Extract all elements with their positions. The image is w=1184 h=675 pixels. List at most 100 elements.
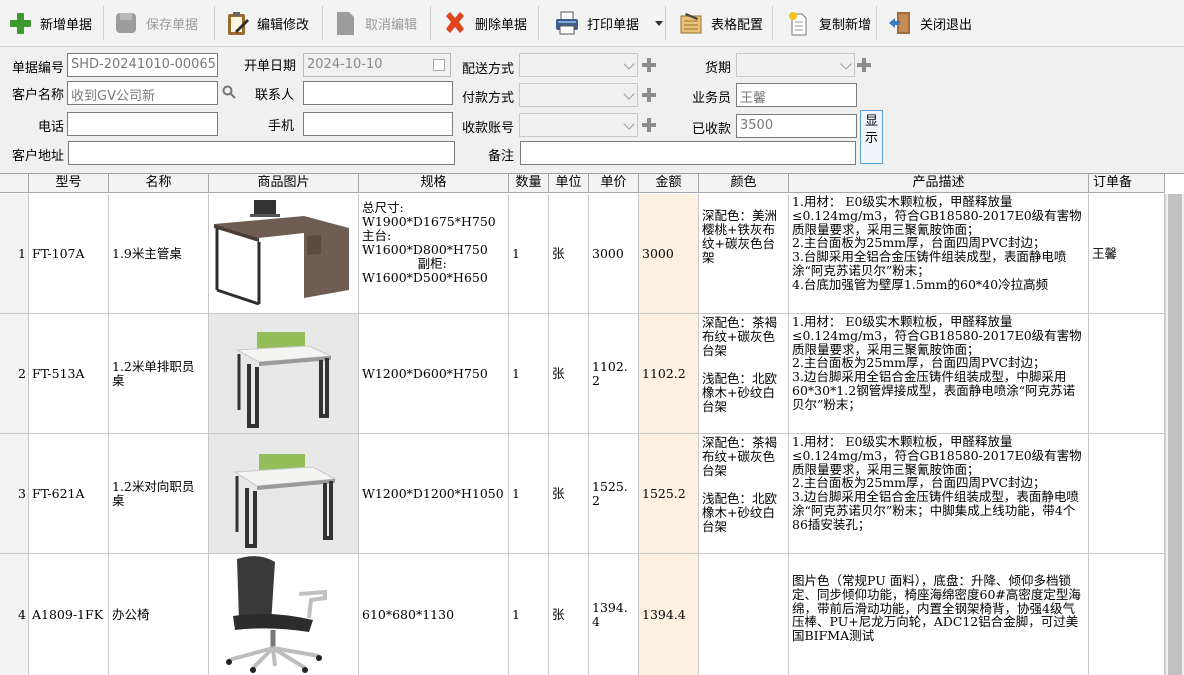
- model-cell[interactable]: FT-621A: [29, 434, 109, 554]
- address-field[interactable]: [68, 141, 455, 165]
- name-cell[interactable]: 办公椅: [109, 554, 209, 675]
- column-header[interactable]: 产品描述: [789, 174, 1089, 193]
- copy-new-label: 复制新增: [819, 17, 872, 33]
- column-header[interactable]: 商品图片: [209, 174, 359, 193]
- close-exit-label: 关闭退出: [920, 17, 973, 33]
- description-cell[interactable]: 1.用材： E0级实木颗粒板，甲醛释放量≤0.124mg/m3，符合GB1858…: [789, 434, 1089, 554]
- spec-cell[interactable]: 610*680*1130: [359, 554, 509, 675]
- model-cell[interactable]: A1809-1FK: [29, 554, 109, 675]
- remark-field[interactable]: [520, 141, 856, 165]
- description-cell[interactable]: 图片色（常规PU 面料），底盘：升降、倾仰多档锁定、同步倾仰功能，椅座海绵密度6…: [789, 554, 1089, 675]
- color-cell[interactable]: 深配色：茶褐布纹+碳灰色台架 浅配色：北欧橡木+砂纹白台架: [699, 314, 789, 434]
- edit-button[interactable]: 编辑修改: [219, 3, 313, 43]
- name-cell[interactable]: 1.2米对向职员桌: [109, 434, 209, 554]
- product-image-cell[interactable]: [209, 314, 359, 434]
- add-payment-icon[interactable]: [642, 88, 656, 102]
- qty-cell[interactable]: 1: [509, 194, 549, 314]
- order-note-cell[interactable]: [1089, 434, 1165, 554]
- search-icon[interactable]: [222, 85, 236, 99]
- doc-no-label: 单据编号: [11, 61, 64, 76]
- column-header[interactable]: 订单备: [1089, 174, 1165, 193]
- qty-cell[interactable]: 1: [509, 434, 549, 554]
- customer-field[interactable]: 收到GV公司新: [67, 81, 218, 105]
- unit-cell[interactable]: 张: [549, 194, 589, 314]
- price-cell[interactable]: 1525.2: [589, 434, 639, 554]
- column-header[interactable]: 型号: [29, 174, 109, 193]
- column-header[interactable]: 单位: [549, 174, 589, 193]
- description-cell[interactable]: 1.用材： E0级实木颗粒板，甲醛释放量≤0.124mg/m3，符合GB1858…: [789, 194, 1089, 314]
- save-document-button[interactable]: 保存单据: [108, 3, 202, 43]
- amount-cell[interactable]: 3000: [639, 194, 699, 314]
- phone-label: 电话: [37, 120, 64, 135]
- salesman-field[interactable]: 王馨: [736, 83, 857, 107]
- delivery-select[interactable]: [519, 53, 638, 77]
- copy-document-icon: [785, 9, 813, 37]
- order-note-cell[interactable]: 王馨: [1089, 194, 1165, 314]
- spec-cell[interactable]: 总尺寸: W1900*D1675*H750 主台: W1600*D800*H75…: [359, 194, 509, 314]
- column-header[interactable]: 名称: [109, 174, 209, 193]
- model-cell[interactable]: FT-107A: [29, 194, 109, 314]
- lead-time-select[interactable]: [736, 53, 855, 77]
- order-note-cell[interactable]: [1089, 314, 1165, 434]
- mobile-field[interactable]: [303, 112, 453, 136]
- column-header[interactable]: 颜色: [699, 174, 789, 193]
- add-lead-time-icon[interactable]: [857, 58, 871, 72]
- print-document-button[interactable]: 打印单据: [549, 3, 667, 43]
- close-exit-button[interactable]: 关闭退出: [882, 3, 976, 43]
- dropdown-caret-icon[interactable]: [655, 20, 664, 26]
- add-delivery-icon[interactable]: [642, 58, 656, 72]
- product-image-cell[interactable]: [209, 434, 359, 554]
- column-header[interactable]: 数量: [509, 174, 549, 193]
- account-select[interactable]: [519, 113, 638, 137]
- name-cell[interactable]: 1.9米主管桌: [109, 194, 209, 314]
- scrollbar-thumb[interactable]: [1168, 194, 1182, 675]
- unit-cell[interactable]: 张: [549, 314, 589, 434]
- qty-cell[interactable]: 1: [509, 314, 549, 434]
- column-header[interactable]: 金额: [639, 174, 699, 193]
- model-cell[interactable]: FT-513A: [29, 314, 109, 434]
- color-cell[interactable]: 深配色：茶褐布纹+碳灰色台架 浅配色：北欧橡木+砂纹白台架: [699, 434, 789, 554]
- column-header[interactable]: 单价: [589, 174, 639, 193]
- amount-cell[interactable]: 1102.2: [639, 314, 699, 434]
- spec-cell[interactable]: W1200*D1200*H1050: [359, 434, 509, 554]
- row-number: 2: [0, 314, 29, 434]
- qty-cell[interactable]: 1: [509, 554, 549, 675]
- amount-cell[interactable]: 1525.2: [639, 434, 699, 554]
- remark-label: 备注: [487, 149, 514, 164]
- date-picker[interactable]: 2024-10-10: [303, 53, 451, 77]
- add-account-icon[interactable]: [642, 118, 656, 132]
- color-cell[interactable]: [699, 554, 789, 675]
- product-image-cell[interactable]: [209, 554, 359, 675]
- copy-new-button[interactable]: 复制新增: [781, 3, 875, 43]
- calendar-icon[interactable]: [433, 59, 445, 71]
- contact-field[interactable]: [303, 81, 453, 105]
- received-field[interactable]: 3500: [736, 114, 857, 138]
- add-icon: [6, 9, 34, 37]
- show-button[interactable]: 显示: [860, 110, 883, 164]
- price-cell[interactable]: 1394.4: [589, 554, 639, 675]
- description-cell[interactable]: 1.用材： E0级实木颗粒板，甲醛释放量≤0.124mg/m3，符合GB1858…: [789, 314, 1089, 434]
- name-cell[interactable]: 1.2米单排职员桌: [109, 314, 209, 434]
- amount-cell[interactable]: 1394.4: [639, 554, 699, 675]
- price-cell[interactable]: 3000: [589, 194, 639, 314]
- vertical-scrollbar[interactable]: [1165, 194, 1184, 675]
- price-cell[interactable]: 1102.2: [589, 314, 639, 434]
- phone-field[interactable]: [67, 112, 218, 136]
- column-header[interactable]: 规格: [359, 174, 509, 193]
- color-cell[interactable]: 深配色：美洲樱桃+铁灰布纹+碳灰色台架: [699, 194, 789, 314]
- toolbar-separator: [103, 6, 104, 40]
- unit-cell[interactable]: 张: [549, 434, 589, 554]
- items-grid[interactable]: 型号 名称 商品图片 规格 数量 单位 单价 金额 颜色 产品描述 订单备 1 …: [0, 173, 1184, 675]
- unit-cell[interactable]: 张: [549, 554, 589, 675]
- product-image-cell[interactable]: [209, 194, 359, 314]
- table-config-button[interactable]: 表格配置: [673, 3, 767, 43]
- add-document-button[interactable]: 新增单据: [2, 3, 96, 43]
- order-note-cell[interactable]: [1089, 554, 1165, 675]
- received-label: 已收款: [691, 122, 731, 137]
- spec-cell[interactable]: W1200*D600*H750: [359, 314, 509, 434]
- cancel-edit-button[interactable]: 取消编辑: [327, 3, 421, 43]
- payment-select[interactable]: [519, 83, 638, 107]
- delete-document-button[interactable]: 删除单据: [437, 3, 531, 43]
- doc-no-field[interactable]: SHD-20241010-00065: [67, 53, 218, 77]
- notepad-pencil-icon: [677, 9, 705, 37]
